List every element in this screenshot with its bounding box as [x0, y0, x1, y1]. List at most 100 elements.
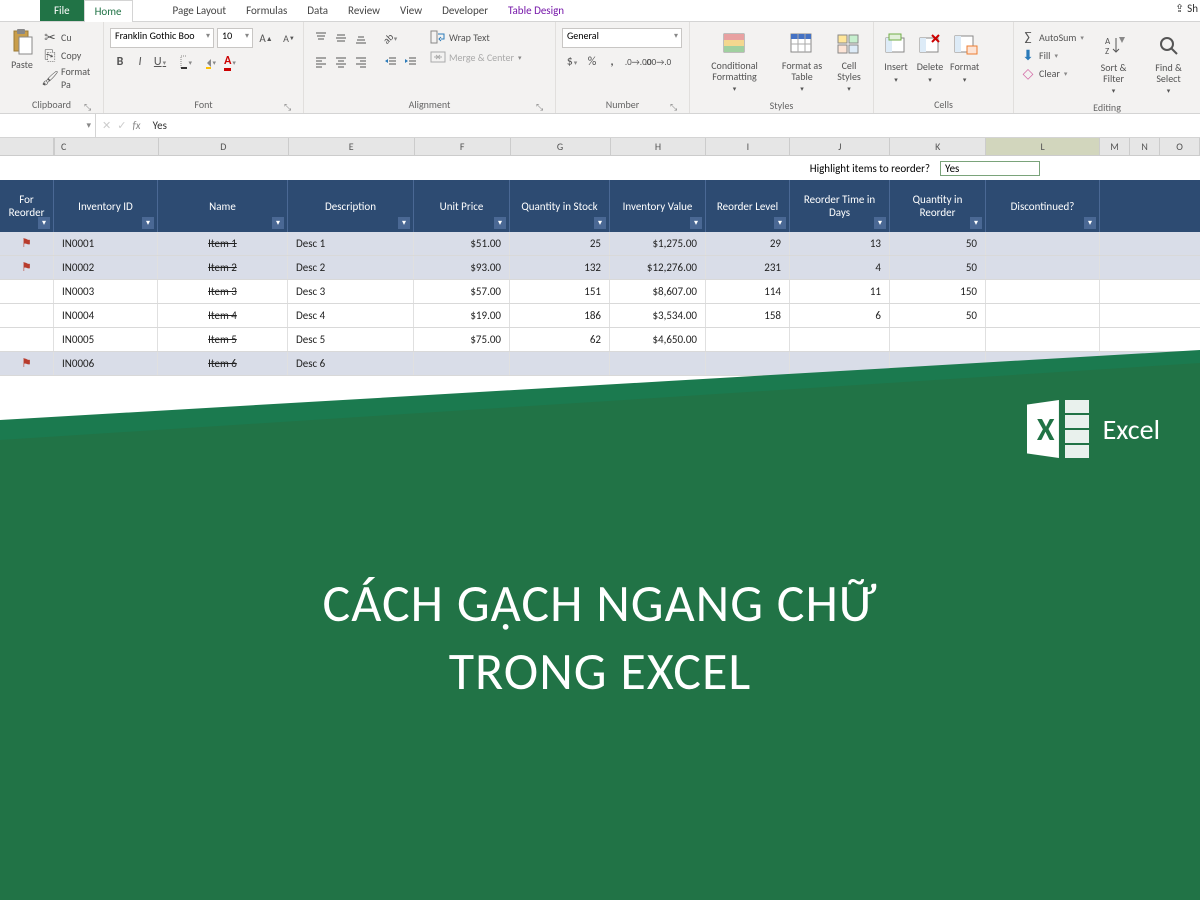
cell-quantity[interactable]: 132 — [510, 256, 610, 279]
cell-reorder-qty[interactable]: 50 — [890, 232, 986, 255]
format-cells-button[interactable]: Format▾ — [948, 26, 981, 88]
filter-arrow-icon[interactable]: ▾ — [272, 217, 284, 229]
cell-unit-price[interactable]: $93.00 — [414, 256, 510, 279]
name-box[interactable] — [0, 114, 96, 137]
col-header-g[interactable]: G — [511, 138, 611, 155]
align-center-button[interactable] — [330, 52, 350, 72]
find-select-button[interactable]: Find & Select▾ — [1143, 28, 1194, 99]
cell-styles-button[interactable]: Cell Styles▾ — [831, 26, 867, 97]
font-color-button[interactable]: A — [220, 52, 240, 72]
cell-quantity[interactable]: 151 — [510, 280, 610, 303]
cell-inventory-id[interactable]: IN0003 — [54, 280, 158, 303]
tab-file[interactable]: File — [40, 0, 84, 21]
increase-font-button[interactable]: A▲ — [256, 28, 276, 48]
cell-reorder-days[interactable]: 4 — [790, 256, 890, 279]
format-painter-button[interactable]: 🖌Format Pa — [42, 64, 97, 92]
align-middle-button[interactable] — [330, 28, 350, 48]
table-row[interactable]: IN0005Item 5Desc 5$75.0062$4,650.00 — [0, 328, 1200, 352]
alignment-dialog-launcher[interactable]: ⤡ — [536, 102, 548, 114]
cut-button[interactable]: ✂Cu — [42, 28, 97, 46]
cell-inventory-id[interactable]: IN0005 — [54, 328, 158, 351]
filter-arrow-icon[interactable]: ▾ — [398, 217, 410, 229]
cell-unit-price[interactable]: $57.00 — [414, 280, 510, 303]
copy-button[interactable]: ⎘Copy — [42, 46, 97, 64]
tab-formulas[interactable]: Formulas — [236, 0, 297, 21]
filter-arrow-icon[interactable]: ▾ — [142, 217, 154, 229]
cell-reorder-level[interactable]: 29 — [706, 232, 790, 255]
align-bottom-button[interactable] — [350, 28, 370, 48]
tab-view[interactable]: View — [390, 0, 432, 21]
th-inventory-value[interactable]: Inventory Value▾ — [610, 180, 706, 232]
col-header-h[interactable]: H — [611, 138, 707, 155]
cell-discontinued[interactable] — [986, 304, 1100, 327]
cell-reorder-level[interactable]: 231 — [706, 256, 790, 279]
cell-description[interactable]: Desc 1 — [288, 232, 414, 255]
cell-unit-price[interactable]: $19.00 — [414, 304, 510, 327]
cell-reorder-qty[interactable]: 50 — [890, 256, 986, 279]
wrap-text-button[interactable]: Wrap Text — [430, 28, 522, 46]
fill-button[interactable]: ⬇Fill — [1020, 46, 1084, 64]
border-button[interactable] — [176, 52, 196, 72]
cell-inventory-value[interactable]: $12,276.00 — [610, 256, 706, 279]
th-reorder-level[interactable]: Reorder Level▾ — [706, 180, 790, 232]
decrease-indent-button[interactable] — [380, 52, 400, 72]
col-header-j[interactable]: J — [790, 138, 890, 155]
cell-reorder-qty[interactable]: 50 — [890, 304, 986, 327]
cell-name[interactable]: Item 6 — [158, 352, 288, 375]
col-header-blank[interactable] — [0, 138, 54, 155]
cell-inventory-id[interactable]: IN0002 — [54, 256, 158, 279]
merge-center-button[interactable]: Merge & Center — [430, 48, 522, 66]
cell-reorder-level[interactable]: 114 — [706, 280, 790, 303]
cell-quantity[interactable]: 25 — [510, 232, 610, 255]
cell-description[interactable]: Desc 2 — [288, 256, 414, 279]
col-header-n[interactable]: N — [1130, 138, 1160, 155]
orientation-button[interactable]: ab — [380, 28, 400, 48]
col-header-l[interactable]: L — [986, 138, 1100, 155]
delete-cells-button[interactable]: Delete▾ — [914, 26, 946, 88]
number-format-combo[interactable]: General — [562, 28, 682, 48]
highlight-value-cell[interactable]: Yes — [940, 161, 1040, 176]
tab-data[interactable]: Data — [297, 0, 338, 21]
filter-arrow-icon[interactable]: ▾ — [970, 217, 982, 229]
cell-inventory-value[interactable] — [610, 352, 706, 375]
cancel-formula-icon[interactable]: ✕ — [102, 119, 111, 132]
cell-name[interactable]: Item 3 — [158, 280, 288, 303]
formula-input[interactable]: Yes — [147, 119, 167, 132]
cell-description[interactable]: Desc 6 — [288, 352, 414, 375]
cell-description[interactable]: Desc 4 — [288, 304, 414, 327]
align-left-button[interactable] — [310, 52, 330, 72]
underline-button[interactable]: U — [150, 52, 170, 72]
font-size-combo[interactable]: 10 — [217, 28, 253, 48]
format-as-table-button[interactable]: Format as Table▾ — [775, 26, 829, 97]
table-row[interactable]: IN0004Item 4Desc 4$19.00186$3,534.001586… — [0, 304, 1200, 328]
align-right-button[interactable] — [350, 52, 370, 72]
cell-inventory-value[interactable]: $4,650.00 — [610, 328, 706, 351]
col-header-k[interactable]: K — [890, 138, 986, 155]
cell-quantity[interactable]: 186 — [510, 304, 610, 327]
filter-arrow-icon[interactable]: ▾ — [494, 217, 506, 229]
paste-button[interactable]: Paste — [6, 24, 38, 75]
cell-unit-price[interactable]: $75.00 — [414, 328, 510, 351]
decrease-font-button[interactable]: A▼ — [279, 28, 299, 48]
cell-inventory-value[interactable]: $3,534.00 — [610, 304, 706, 327]
cell-flag[interactable]: ⚑ — [0, 352, 54, 375]
th-description[interactable]: Description▾ — [288, 180, 414, 232]
th-name[interactable]: Name▾ — [158, 180, 288, 232]
clipboard-dialog-launcher[interactable]: ⤡ — [84, 102, 96, 114]
sort-filter-button[interactable]: AZSort & Filter▾ — [1090, 28, 1137, 99]
fill-color-button[interactable] — [200, 52, 220, 72]
clear-button[interactable]: ◇Clear — [1020, 64, 1084, 82]
insert-cells-button[interactable]: Insert▾ — [880, 26, 912, 88]
filter-arrow-icon[interactable]: ▾ — [774, 217, 786, 229]
comma-button[interactable]: , — [602, 52, 622, 72]
cell-flag[interactable] — [0, 328, 54, 351]
cell-inventory-id[interactable]: IN0006 — [54, 352, 158, 375]
table-row[interactable]: ⚑IN0001Item 1Desc 1$51.0025$1,275.002913… — [0, 232, 1200, 256]
th-flag[interactable]: For Reorder▾ — [0, 180, 54, 232]
th-reorder-days[interactable]: Reorder Time in Days▾ — [790, 180, 890, 232]
bold-button[interactable]: B — [110, 52, 130, 72]
accounting-format-button[interactable]: $ — [562, 52, 582, 72]
percent-button[interactable]: % — [582, 52, 602, 72]
enter-formula-icon[interactable]: ✓ — [117, 119, 126, 132]
col-header-e[interactable]: E — [289, 138, 415, 155]
